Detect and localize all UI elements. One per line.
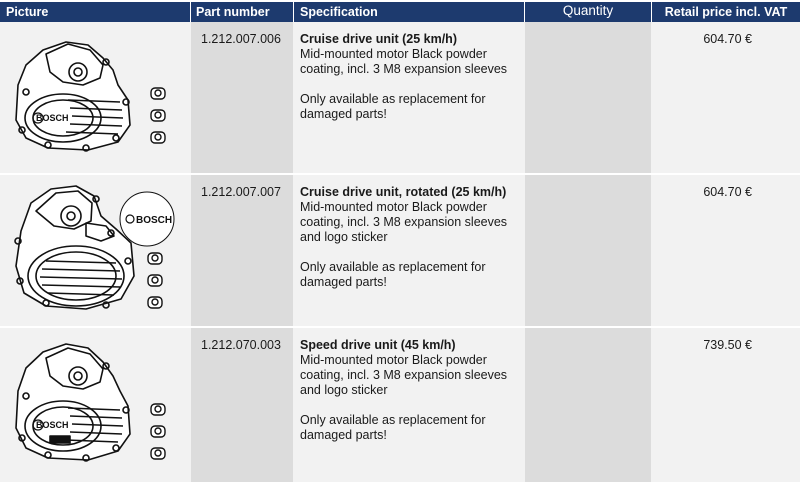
spec-title: Speed drive unit (45 km/h) (300, 338, 456, 352)
table-row: BOSCH 1.212.007.007 Cruise drive unit, r… (0, 175, 800, 326)
spec-note: Only available as replacement for damage… (300, 260, 486, 289)
part-number-cell: 1.212.070.003 (191, 328, 293, 482)
part-number-cell: 1.212.007.007 (191, 175, 293, 326)
drive-unit-rotated-image: BOSCH (14, 185, 175, 310)
header-quantity: Quantity (525, 2, 651, 22)
spec-note: Only available as replacement for damage… (300, 413, 486, 442)
specification-cell: Cruise drive unit, rotated (25 km/h) Mid… (294, 175, 524, 326)
spec-note: Only available as replacement for damage… (300, 92, 486, 121)
specification-cell: Cruise drive unit (25 km/h) Mid-mounted … (294, 22, 524, 173)
price-cell: 604.70 € (652, 22, 800, 173)
part-number: 1.212.007.007 (201, 185, 281, 199)
parts-price-table: Picture Part number Specification Quanti… (0, 0, 800, 482)
spec-title: Cruise drive unit (25 km/h) (300, 32, 457, 46)
spec-description: Mid-mounted motor Black powder coating, … (300, 47, 508, 76)
spec-description: Mid-mounted motor Black powder coating, … (300, 353, 508, 397)
part-number: 1.212.070.003 (201, 338, 281, 352)
header-specification: Specification (294, 2, 524, 22)
price-cell: 604.70 € (652, 175, 800, 326)
price-value: 739.50 € (703, 338, 752, 352)
header-price: Retail price incl. VAT (652, 2, 800, 22)
header-picture: Picture (0, 2, 190, 22)
quantity-cell[interactable] (525, 328, 651, 482)
specification-cell: Speed drive unit (45 km/h) Mid-mounted m… (294, 328, 524, 482)
table-header: Picture Part number Specification Quanti… (0, 0, 800, 22)
bosch-sticker-text: BOSCH (136, 215, 172, 226)
quantity-cell[interactable] (525, 22, 651, 173)
spec-description: Mid-mounted motor Black powder coating, … (300, 200, 508, 244)
spec-title: Cruise drive unit, rotated (25 km/h) (300, 185, 507, 199)
drive-unit-speed-image: BOSCH (15, 343, 166, 462)
table-row: BOSCH 1.212.007.006 Cruise drive unit (2… (0, 22, 800, 173)
price-value: 604.70 € (703, 32, 752, 46)
part-number-cell: 1.212.007.006 (191, 22, 293, 173)
table-row: BOSCH 1.212.070.003 Speed drive unit (45… (0, 328, 800, 482)
picture-cell: BOSCH (0, 22, 190, 173)
quantity-cell[interactable] (525, 175, 651, 326)
part-number: 1.212.007.006 (201, 32, 281, 46)
picture-cell: BOSCH (0, 328, 190, 482)
picture-cell: BOSCH (0, 175, 190, 326)
price-cell: 739.50 € (652, 328, 800, 482)
header-part-number: Part number (191, 2, 293, 22)
drive-unit-image: BOSCH (15, 41, 166, 152)
price-value: 604.70 € (703, 185, 752, 199)
